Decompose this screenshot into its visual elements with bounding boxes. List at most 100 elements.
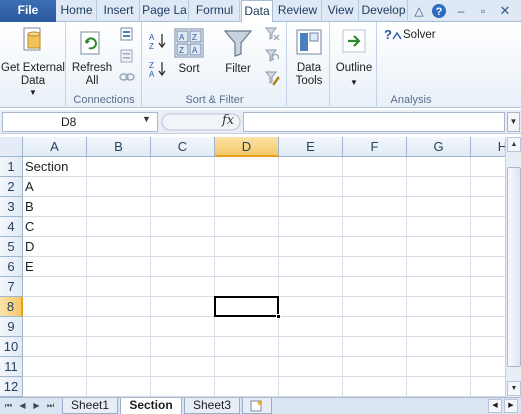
- column-header-g[interactable]: G: [407, 137, 471, 157]
- insert-function-icon[interactable]: fx: [222, 113, 234, 128]
- tab-insert[interactable]: Insert: [98, 0, 140, 22]
- column-header-h[interactable]: H: [471, 137, 505, 157]
- tab-data[interactable]: Data: [241, 0, 273, 23]
- sheet-tab-sheet3[interactable]: Sheet3: [184, 398, 240, 414]
- properties-icon[interactable]: [119, 48, 135, 64]
- cell-a3[interactable]: B: [23, 197, 87, 217]
- sort-z-to-a-icon[interactable]: ZA: [148, 60, 168, 78]
- insert-sheet-icon[interactable]: [242, 398, 272, 414]
- cell-h7[interactable]: [471, 277, 505, 297]
- cell-c7[interactable]: [151, 277, 215, 297]
- cell-c4[interactable]: [151, 217, 215, 237]
- cell-h12[interactable]: [471, 377, 505, 397]
- cell-g1[interactable]: [407, 157, 471, 177]
- cell-b2[interactable]: [87, 177, 151, 197]
- cell-c12[interactable]: [151, 377, 215, 397]
- cell-d7[interactable]: [215, 277, 279, 297]
- last-sheet-icon[interactable]: ⏭: [44, 399, 57, 413]
- cell-e1[interactable]: [279, 157, 343, 177]
- column-header-b[interactable]: B: [87, 137, 151, 157]
- tab-home[interactable]: Home: [57, 0, 97, 22]
- cell-g5[interactable]: [407, 237, 471, 257]
- horizontal-scrollbar[interactable]: ◀ ▶: [318, 399, 521, 414]
- clear-filter-icon[interactable]: [264, 26, 280, 42]
- tab-page-layout[interactable]: Page La: [141, 0, 189, 22]
- prev-sheet-icon[interactable]: ◀: [16, 399, 29, 413]
- cell-f9[interactable]: [343, 317, 407, 337]
- cell-g11[interactable]: [407, 357, 471, 377]
- column-header-a[interactable]: A: [23, 137, 87, 157]
- cell-a8[interactable]: [23, 297, 87, 317]
- tab-file[interactable]: File: [0, 0, 56, 22]
- row-header-12[interactable]: 12: [0, 377, 23, 397]
- cell-b5[interactable]: [87, 237, 151, 257]
- cell-e5[interactable]: [279, 237, 343, 257]
- name-box-dropdown-icon[interactable]: ▼: [142, 114, 151, 124]
- cell-b1[interactable]: [87, 157, 151, 177]
- sheet-tab-section[interactable]: Section: [120, 398, 182, 414]
- scroll-up-icon[interactable]: ▲: [507, 137, 521, 152]
- cell-e2[interactable]: [279, 177, 343, 197]
- cell-f10[interactable]: [343, 337, 407, 357]
- cell-b11[interactable]: [87, 357, 151, 377]
- sort-a-to-z-icon[interactable]: AZ: [148, 32, 168, 50]
- cell-a6[interactable]: E: [23, 257, 87, 277]
- cell-b10[interactable]: [87, 337, 151, 357]
- cell-f5[interactable]: [343, 237, 407, 257]
- cell-b6[interactable]: [87, 257, 151, 277]
- vertical-scroll-thumb[interactable]: [507, 167, 521, 367]
- cell-h3[interactable]: [471, 197, 505, 217]
- cell-c9[interactable]: [151, 317, 215, 337]
- get-external-data-button[interactable]: Get External Data: [0, 62, 66, 88]
- cell-a1[interactable]: Section: [23, 157, 87, 177]
- expand-formula-bar-icon[interactable]: ▼: [507, 112, 520, 132]
- column-header-f[interactable]: F: [343, 137, 407, 157]
- data-tools-button[interactable]: Data Tools: [288, 62, 330, 88]
- cell-a10[interactable]: [23, 337, 87, 357]
- column-header-e[interactable]: E: [279, 137, 343, 157]
- cell-a2[interactable]: A: [23, 177, 87, 197]
- cell-e8[interactable]: [279, 297, 343, 317]
- cell-a4[interactable]: C: [23, 217, 87, 237]
- cell-c2[interactable]: [151, 177, 215, 197]
- cell-g7[interactable]: [407, 277, 471, 297]
- cell-h2[interactable]: [471, 177, 505, 197]
- cell-a12[interactable]: [23, 377, 87, 397]
- row-header-9[interactable]: 9: [0, 317, 23, 337]
- cell-g3[interactable]: [407, 197, 471, 217]
- row-header-2[interactable]: 2: [0, 177, 23, 197]
- cell-g6[interactable]: [407, 257, 471, 277]
- cell-h9[interactable]: [471, 317, 505, 337]
- vertical-scrollbar[interactable]: ▲ ▼: [505, 137, 521, 397]
- cell-a9[interactable]: [23, 317, 87, 337]
- cell-a5[interactable]: D: [23, 237, 87, 257]
- cell-b12[interactable]: [87, 377, 151, 397]
- cell-d12[interactable]: [215, 377, 279, 397]
- cell-d11[interactable]: [215, 357, 279, 377]
- cell-d6[interactable]: [215, 257, 279, 277]
- column-header-c[interactable]: C: [151, 137, 215, 157]
- cell-b3[interactable]: [87, 197, 151, 217]
- cell-f1[interactable]: [343, 157, 407, 177]
- formula-input[interactable]: [243, 112, 505, 132]
- cell-f4[interactable]: [343, 217, 407, 237]
- cell-b4[interactable]: [87, 217, 151, 237]
- cell-f7[interactable]: [343, 277, 407, 297]
- cell-h6[interactable]: [471, 257, 505, 277]
- row-header-3[interactable]: 3: [0, 197, 23, 217]
- refresh-all-button[interactable]: Refresh All: [67, 62, 117, 88]
- cell-c10[interactable]: [151, 337, 215, 357]
- cell-d9[interactable]: [215, 317, 279, 337]
- connections-icon[interactable]: [119, 26, 135, 42]
- cell-f6[interactable]: [343, 257, 407, 277]
- scroll-right-icon[interactable]: ▶: [504, 399, 518, 413]
- fill-handle[interactable]: [276, 314, 281, 319]
- cell-h4[interactable]: [471, 217, 505, 237]
- row-header-11[interactable]: 11: [0, 357, 23, 377]
- cell-c1[interactable]: [151, 157, 215, 177]
- sort-button[interactable]: Sort: [171, 63, 207, 76]
- cell-c5[interactable]: [151, 237, 215, 257]
- cell-f8[interactable]: [343, 297, 407, 317]
- cell-h10[interactable]: [471, 337, 505, 357]
- collapse-ribbon-icon[interactable]: △: [412, 2, 426, 20]
